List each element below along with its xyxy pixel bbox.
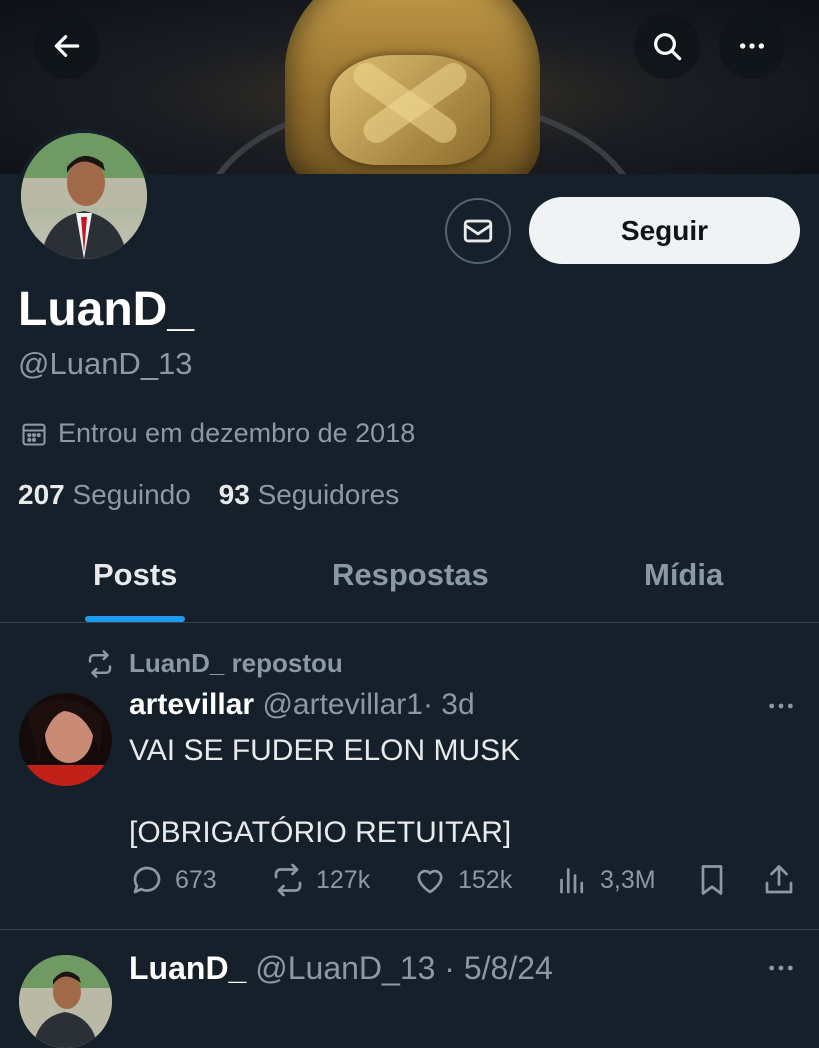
post-actions: 673 127k 152k 3,3M	[129, 862, 799, 906]
post-author-handle[interactable]: @artevillar1	[262, 688, 423, 721]
reply-button[interactable]: 673	[129, 862, 217, 898]
post-time[interactable]: · 5/8/24	[444, 950, 553, 986]
more-button[interactable]	[719, 13, 785, 79]
share-icon	[765, 865, 793, 894]
like-button[interactable]: 152k	[412, 862, 512, 898]
following-label: Seguindo	[72, 479, 191, 510]
bookmark-button[interactable]	[694, 862, 740, 898]
joined-text: Entrou em dezembro de 2018	[58, 418, 416, 448]
post-text-line-2: [OBRIGATÓRIO RETUITAR]	[129, 816, 512, 849]
heart-icon	[417, 869, 443, 894]
follow-button[interactable]: Seguir	[529, 197, 800, 264]
tab-respostas[interactable]: Respostas	[332, 557, 489, 593]
followers-link[interactable]: 93 Seguidores	[219, 479, 400, 510]
repost-label: LuanD_ repostou	[129, 648, 343, 678]
repost-icon	[88, 649, 112, 678]
following-count: 207	[18, 479, 65, 510]
calendar-icon	[22, 423, 46, 446]
joined-date: Entrou em dezembro de 2018	[20, 418, 415, 449]
more-horizontal-icon	[740, 43, 764, 49]
followers-count: 93	[218, 479, 250, 510]
post-author-name[interactable]: LuanD_	[129, 950, 246, 986]
active-tab-indicator	[85, 616, 185, 622]
post-header: LuanD_ @LuanD_13 · 5/8/24	[129, 950, 553, 987]
reply-count: 673	[175, 865, 217, 894]
post-text-line-1: VAI SE FUDER ELON MUSK	[129, 734, 521, 767]
profile-display-name: LuanD_	[18, 283, 195, 336]
post-more-button[interactable]	[765, 952, 797, 991]
view-count: 3,3M	[600, 865, 656, 894]
avatar-person-graphic	[21, 133, 147, 259]
repost-indicator[interactable]: LuanD_ repostou	[85, 648, 343, 679]
like-count: 152k	[458, 865, 513, 894]
reply-icon	[133, 866, 161, 894]
profile-avatar[interactable]	[17, 129, 151, 263]
repost-button[interactable]: 127k	[270, 862, 370, 898]
followers-label: Seguidores	[257, 479, 400, 510]
post-more-button[interactable]	[765, 690, 797, 729]
repost-icon	[274, 863, 302, 897]
message-button[interactable]	[445, 198, 511, 264]
more-horizontal-icon	[769, 703, 793, 709]
search-icon	[654, 33, 682, 61]
avatar-person-graphic	[19, 955, 112, 1048]
post-author-name[interactable]: artevillar	[129, 688, 254, 721]
post-author-handle[interactable]: @LuanD_13	[255, 950, 435, 986]
following-link[interactable]: 207 Seguindo	[18, 479, 191, 510]
profile-tabs: Posts Respostas Mídia	[0, 530, 819, 623]
arrow-left-icon	[54, 35, 80, 57]
search-button[interactable]	[634, 13, 700, 79]
post-divider	[0, 929, 819, 930]
tab-midia[interactable]: Mídia	[644, 557, 723, 593]
more-horizontal-icon	[769, 965, 793, 971]
repost-count: 127k	[316, 865, 371, 894]
follow-stats: 207 Seguindo 93 Seguidores	[18, 479, 399, 511]
post-author-avatar[interactable]	[19, 693, 112, 786]
views-button[interactable]: 3,3M	[554, 862, 656, 898]
post-text: VAI SE FUDER ELON MUSK [OBRIGATÓRIO RETU…	[129, 730, 520, 853]
post-time[interactable]: · 3d	[423, 688, 475, 721]
views-icon	[560, 868, 584, 894]
back-button[interactable]	[34, 13, 100, 79]
post-header: artevillar @artevillar1· 3d	[129, 688, 475, 722]
avatar-portrait-graphic	[19, 693, 112, 786]
banner-arms	[330, 55, 490, 165]
mail-icon	[463, 219, 493, 243]
tab-posts[interactable]: Posts	[93, 557, 177, 593]
bookmark-icon	[701, 865, 723, 895]
share-button[interactable]	[761, 862, 807, 898]
profile-handle: @LuanD_13	[18, 346, 193, 381]
post-author-avatar[interactable]	[19, 955, 112, 1048]
